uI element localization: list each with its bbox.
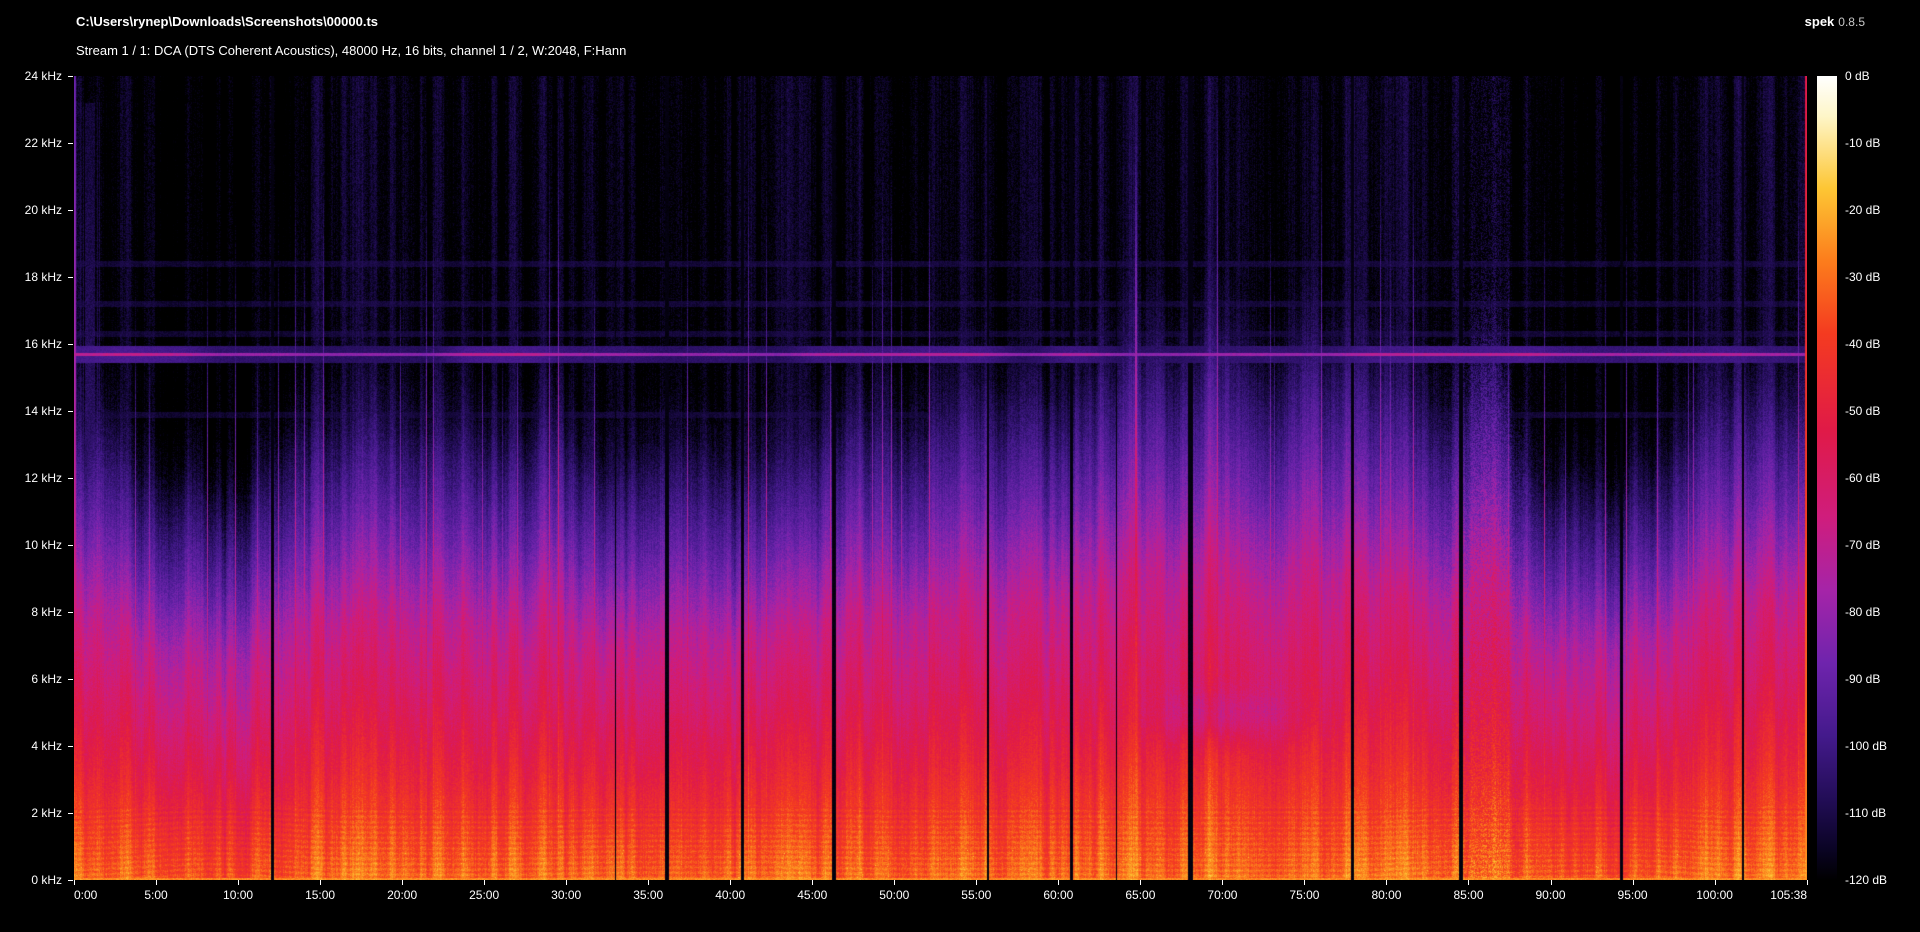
db-tick-label: -20 dB [1845, 203, 1880, 217]
spectrogram-canvas [74, 76, 1807, 880]
time-tick-label: 95:00 [1618, 888, 1648, 902]
time-tick-label: 60:00 [1043, 888, 1073, 902]
time-tick-mark [1807, 880, 1808, 885]
freq-tick-label: 2 kHz [31, 806, 62, 820]
freq-tick-label: 22 kHz [25, 136, 62, 150]
freq-tick-label: 18 kHz [25, 270, 62, 284]
time-tick-mark [894, 880, 895, 885]
time-tick-mark [1304, 880, 1305, 885]
time-tick-label: 105:38 [1770, 888, 1807, 902]
time-tick-mark [484, 880, 485, 885]
time-tick-mark [1715, 880, 1716, 885]
freq-tick-mark [68, 411, 73, 412]
time-tick-mark [1551, 880, 1552, 885]
freq-tick-mark [68, 612, 73, 613]
time-axis: 0:00 5:00 10:00 15:00 20:00 25:00 30:00 35:00 40… [74, 880, 1807, 906]
time-tick-label: 50:00 [879, 888, 909, 902]
time-tick-label: 75:00 [1289, 888, 1319, 902]
db-tick-label: -110 dB [1845, 806, 1886, 820]
time-tick-mark [402, 880, 403, 885]
db-axis: 0 dB-10 dB-20 dB-30 dB-40 dB-50 dB-60 dB… [1817, 76, 1920, 880]
db-tick-label: 0 dB [1845, 69, 1870, 83]
freq-tick-mark [68, 478, 73, 479]
freq-tick-label: 20 kHz [25, 203, 62, 217]
freq-tick-mark [68, 880, 73, 881]
time-tick-mark [1633, 880, 1634, 885]
freq-tick-label: 0 kHz [31, 873, 62, 887]
time-tick-label: 80:00 [1371, 888, 1401, 902]
time-tick-label: 35:00 [633, 888, 663, 902]
freq-tick-label: 24 kHz [25, 69, 62, 83]
time-tick-mark [1222, 880, 1223, 885]
freq-tick-mark [68, 813, 73, 814]
freq-tick-mark [68, 277, 73, 278]
time-tick-label: 70:00 [1207, 888, 1237, 902]
db-tick-label: -80 dB [1845, 605, 1880, 619]
db-tick-label: -70 dB [1845, 538, 1880, 552]
time-tick-label: 25:00 [469, 888, 499, 902]
app-name: spek [1805, 14, 1835, 29]
db-tick-label: -30 dB [1845, 270, 1880, 284]
freq-tick-mark [68, 76, 73, 77]
freq-tick-label: 4 kHz [31, 739, 62, 753]
time-tick-mark [1386, 880, 1387, 885]
time-tick-mark [156, 880, 157, 885]
freq-tick-label: 12 kHz [25, 471, 62, 485]
time-tick-mark [730, 880, 731, 885]
freq-tick-mark [68, 210, 73, 211]
time-tick-label: 90:00 [1536, 888, 1566, 902]
time-tick-mark [1058, 880, 1059, 885]
time-tick-mark [976, 880, 977, 885]
time-tick-mark [1468, 880, 1469, 885]
freq-tick-mark [68, 746, 73, 747]
db-tick-label: -90 dB [1845, 672, 1880, 686]
time-tick-mark [74, 880, 75, 885]
db-tick-label: -10 dB [1845, 136, 1880, 150]
time-tick-label: 45:00 [797, 888, 827, 902]
frequency-axis: 24 kHz22 kHz20 kHz18 kHz16 kHz14 kHz12 k… [0, 76, 74, 880]
db-tick-label: -40 dB [1845, 337, 1880, 351]
time-tick-mark [648, 880, 649, 885]
time-tick-mark [566, 880, 567, 885]
time-tick-mark [238, 880, 239, 885]
time-tick-label: 0:00 [74, 888, 97, 902]
app-version: 0.8.5 [1838, 15, 1865, 29]
stream-info: Stream 1 / 1: DCA (DTS Coherent Acoustic… [76, 43, 626, 58]
plot-area [74, 76, 1807, 880]
freq-tick-mark [68, 344, 73, 345]
time-tick-mark [812, 880, 813, 885]
db-tick-label: -120 dB [1845, 873, 1887, 887]
freq-tick-label: 14 kHz [25, 404, 62, 418]
time-tick-label: 10:00 [223, 888, 253, 902]
time-tick-mark [320, 880, 321, 885]
time-tick-mark [1140, 880, 1141, 885]
time-tick-label: 15:00 [305, 888, 335, 902]
freq-tick-mark [68, 143, 73, 144]
db-tick-label: -100 dB [1845, 739, 1887, 753]
file-path: C:\Users\rynep\Downloads\Screenshots\000… [76, 14, 378, 29]
freq-tick-label: 8 kHz [31, 605, 62, 619]
freq-tick-label: 6 kHz [31, 672, 62, 686]
time-tick-label: 65:00 [1125, 888, 1155, 902]
legend-gradient [1817, 76, 1837, 880]
time-tick-label: 40:00 [715, 888, 745, 902]
freq-tick-mark [68, 679, 73, 680]
time-tick-label: 5:00 [144, 888, 167, 902]
app-badge: spek0.8.5 [1805, 14, 1865, 29]
db-tick-label: -60 dB [1845, 471, 1880, 485]
time-tick-label: 20:00 [387, 888, 417, 902]
freq-tick-label: 10 kHz [25, 538, 62, 552]
time-tick-label: 30:00 [551, 888, 581, 902]
time-tick-label: 55:00 [961, 888, 991, 902]
freq-tick-mark [68, 545, 73, 546]
time-tick-label: 100:00 [1696, 888, 1733, 902]
db-tick-label: -50 dB [1845, 404, 1880, 418]
freq-tick-label: 16 kHz [25, 337, 62, 351]
time-tick-label: 85:00 [1453, 888, 1483, 902]
